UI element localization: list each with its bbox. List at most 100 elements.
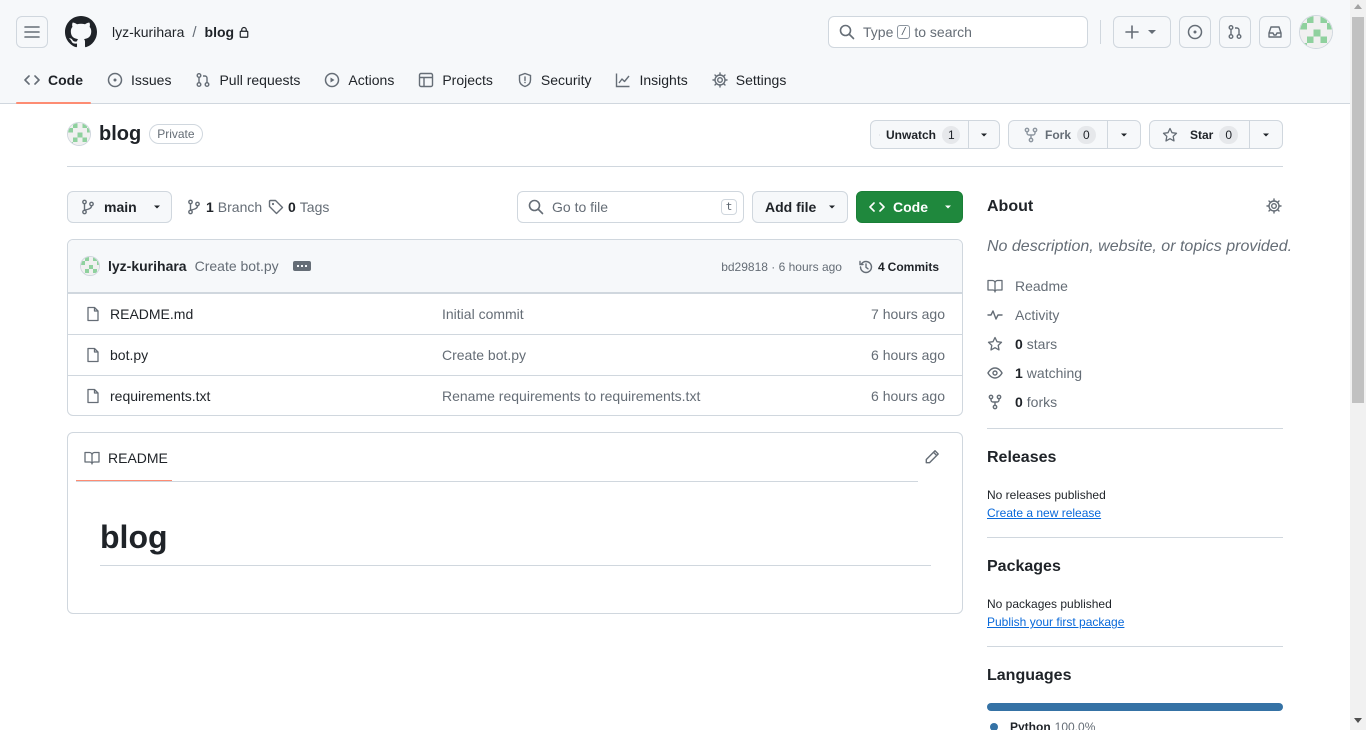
commit-count: 4 bbox=[877, 259, 885, 274]
branches-link[interactable]: 1 Branch bbox=[186, 199, 266, 215]
language-bar bbox=[987, 703, 1283, 711]
tag-icon bbox=[268, 199, 284, 215]
releases-heading[interactable]: Releases bbox=[987, 449, 1056, 467]
github-logo-icon[interactable] bbox=[65, 16, 97, 48]
code-icon bbox=[869, 202, 885, 212]
commit-count-label: Commits bbox=[887, 259, 939, 274]
commit-author-link[interactable]: lyz-kurihara bbox=[108, 258, 187, 274]
tags-link[interactable]: 0 Tags bbox=[268, 199, 333, 215]
tab-issues-label: Issues bbox=[131, 72, 172, 88]
triangle-down-icon bbox=[981, 133, 987, 136]
triangle-down-icon bbox=[945, 205, 951, 209]
file-commit-age: 6 hours ago bbox=[871, 347, 945, 363]
owner-avatar[interactable] bbox=[67, 122, 91, 146]
commit-author-avatar[interactable] bbox=[80, 256, 100, 276]
branch-select-button[interactable]: main bbox=[67, 191, 172, 223]
forks-link[interactable]: 0 forks bbox=[987, 394, 1057, 410]
tab-projects[interactable]: Projects bbox=[410, 60, 501, 100]
file-icon bbox=[87, 347, 99, 363]
tab-code[interactable]: Code bbox=[16, 60, 91, 104]
tab-issues[interactable]: Issues bbox=[99, 60, 179, 100]
language-color-dot bbox=[990, 723, 998, 730]
unwatch-button[interactable]: Unwatch 1 bbox=[871, 121, 969, 148]
packages-empty-text: No packages published bbox=[987, 597, 1112, 611]
file-commit-age: 7 hours ago bbox=[871, 306, 945, 322]
add-file-button[interactable]: Add file bbox=[752, 191, 848, 223]
packages-heading[interactable]: Packages bbox=[987, 558, 1061, 576]
language-item[interactable]: Python 100.0% bbox=[990, 720, 1095, 730]
forks-count: 0 bbox=[1015, 394, 1023, 410]
code-button[interactable]: Code bbox=[856, 191, 963, 223]
breadcrumb-owner-link[interactable]: lyz-kurihara bbox=[112, 24, 184, 40]
issues-button[interactable] bbox=[1179, 16, 1211, 48]
commits-history-link[interactable]: 4 Commits bbox=[858, 259, 942, 275]
file-commit-message-link[interactable]: Initial commit bbox=[442, 306, 524, 322]
commit-sha-time[interactable]: bd29818 · 6 hours ago bbox=[721, 260, 842, 274]
watchers-link[interactable]: 1 watching bbox=[987, 365, 1082, 381]
readme-tab[interactable]: README bbox=[76, 433, 172, 482]
menu-button[interactable] bbox=[16, 16, 48, 48]
star-button[interactable]: Star 0 bbox=[1150, 121, 1250, 148]
search-icon bbox=[839, 24, 855, 40]
latest-commit-bar: lyz-kurihara Create bot.py bd29818 · 6 h… bbox=[68, 240, 962, 293]
inbox-button[interactable] bbox=[1259, 16, 1291, 48]
repo-name[interactable]: blog bbox=[99, 123, 141, 146]
activity-link[interactable]: Activity bbox=[987, 307, 1059, 323]
star-counter: 0 bbox=[1219, 125, 1239, 144]
fork-dropdown-button[interactable] bbox=[1108, 121, 1140, 148]
repo-nav-tabs: Code Issues Pull requests Actions Projec… bbox=[16, 60, 802, 104]
fork-button[interactable]: Fork 0 bbox=[1009, 121, 1109, 148]
create-release-link[interactable]: Create a new release bbox=[987, 506, 1101, 520]
book-icon bbox=[84, 451, 100, 465]
stars-link[interactable]: 0 stars bbox=[987, 336, 1057, 352]
header-divider bbox=[1100, 20, 1101, 44]
search-suffix-text: to search bbox=[914, 24, 972, 40]
tab-settings-label: Settings bbox=[735, 72, 787, 88]
publish-package-link[interactable]: Publish your first package bbox=[987, 615, 1124, 629]
branch-count-label: Branch bbox=[217, 199, 263, 215]
tab-security[interactable]: Security bbox=[509, 60, 600, 100]
scroll-up-arrow-icon[interactable] bbox=[1354, 4, 1362, 9]
activity-link-label: Activity bbox=[1015, 307, 1060, 323]
go-to-file-input[interactable]: Go to file t bbox=[517, 191, 744, 223]
pencil-icon[interactable] bbox=[924, 449, 940, 465]
readme-panel: README blog bbox=[67, 432, 963, 614]
branch-count: 1 bbox=[206, 199, 214, 215]
gear-icon[interactable] bbox=[1266, 198, 1282, 214]
repo-title: blog Private bbox=[67, 122, 203, 146]
breadcrumb-repo-link[interactable]: blog bbox=[205, 24, 235, 40]
page-scrollbar[interactable] bbox=[1350, 0, 1366, 730]
scrollbar-thumb[interactable] bbox=[1352, 17, 1364, 403]
commit-expand-button[interactable] bbox=[292, 261, 311, 271]
file-name-link[interactable]: README.md bbox=[110, 306, 193, 322]
star-dropdown-button[interactable] bbox=[1250, 121, 1282, 148]
triangle-down-icon bbox=[1263, 133, 1269, 136]
user-avatar[interactable] bbox=[1299, 15, 1333, 49]
global-header: lyz-kurihara / blog Type / to search Cod… bbox=[0, 0, 1350, 104]
file-row: bot.py Create bot.py 6 hours ago bbox=[68, 334, 962, 375]
file-commit-message-link[interactable]: Create bot.py bbox=[442, 347, 526, 363]
search-shortcut-key: / bbox=[897, 25, 911, 39]
tag-count-label: Tags bbox=[299, 199, 330, 215]
readme-link[interactable]: Readme bbox=[987, 278, 1068, 294]
tab-insights[interactable]: Insights bbox=[607, 60, 695, 100]
tab-actions[interactable]: Actions bbox=[316, 60, 402, 100]
tab-settings[interactable]: Settings bbox=[704, 60, 795, 100]
sidebar-divider bbox=[987, 428, 1283, 429]
create-new-button[interactable] bbox=[1113, 16, 1171, 48]
file-name-link[interactable]: bot.py bbox=[110, 347, 148, 363]
watch-dropdown-button[interactable] bbox=[969, 121, 999, 148]
file-name-link[interactable]: requirements.txt bbox=[110, 388, 210, 404]
releases-empty-text: No releases published bbox=[987, 488, 1106, 502]
stars-label: stars bbox=[1026, 336, 1058, 352]
tab-pull-requests[interactable]: Pull requests bbox=[187, 60, 308, 100]
commit-message-link[interactable]: Create bot.py bbox=[195, 258, 279, 274]
tag-count: 0 bbox=[288, 199, 296, 215]
readme-heading: blog bbox=[100, 517, 931, 566]
file-commit-message-link[interactable]: Rename requirements to requirements.txt bbox=[442, 388, 700, 404]
global-search-input[interactable]: Type / to search bbox=[828, 16, 1088, 48]
fork-label: Fork bbox=[1045, 127, 1072, 142]
triangle-down-icon bbox=[1121, 133, 1128, 136]
pull-requests-button[interactable] bbox=[1219, 16, 1251, 48]
scroll-down-arrow-icon[interactable] bbox=[1354, 718, 1362, 723]
